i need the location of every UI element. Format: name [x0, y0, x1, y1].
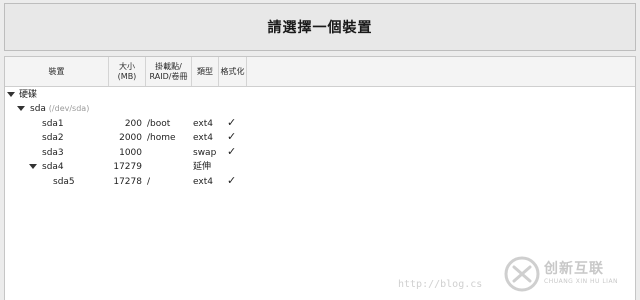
column-header-type[interactable]: 類型	[192, 57, 219, 86]
group-label: 硬碟	[19, 90, 38, 100]
format-check-icon: ✓	[227, 116, 237, 129]
expand-arrow-icon[interactable]	[7, 92, 15, 97]
partition-type: ext4	[193, 177, 213, 187]
page-title: 請選擇一個裝置	[267, 20, 373, 36]
partition-row[interactable]: sda5 17278 / ext4 ✓	[5, 175, 635, 190]
partition-device: sda1	[42, 119, 64, 129]
partition-device: sda2	[42, 133, 64, 143]
format-check-icon: ✓	[227, 130, 237, 143]
title-banner: 請選擇一個裝置	[4, 3, 636, 51]
watermark-url: http://blog.cs	[398, 279, 483, 290]
disk-path: (/dev/sda)	[48, 104, 90, 113]
partition-device: sda4	[42, 162, 64, 172]
tree-group-hard-drives[interactable]: 硬碟	[5, 88, 635, 103]
partition-row-extended[interactable]: sda4 17279 延伸	[5, 160, 635, 175]
partition-mount: /boot	[147, 119, 171, 129]
disk-label: sda (/dev/sda)	[30, 103, 89, 115]
disk-name: sda	[30, 104, 46, 114]
column-header-mount[interactable]: 掛載點/RAID/卷冊	[146, 57, 192, 86]
format-check-icon: ✓	[227, 145, 237, 158]
column-header-size[interactable]: 大小 (MB)	[109, 57, 146, 86]
partition-device: sda3	[42, 148, 64, 158]
partition-type: ext4	[193, 119, 213, 129]
partition-size: 2000	[119, 133, 142, 143]
brand-logo: 创新互联 CHUANG XIN HU LIAN	[502, 254, 632, 294]
format-check-icon: ✓	[227, 174, 237, 187]
logo-mark-icon	[504, 256, 540, 292]
partition-row[interactable]: sda3 1000 swap ✓	[5, 146, 635, 161]
expand-arrow-icon[interactable]	[17, 106, 25, 111]
column-header-format[interactable]: 格式化	[219, 57, 247, 86]
partition-row[interactable]: sda2 2000 /home ext4 ✓	[5, 131, 635, 146]
partition-type: 延伸	[193, 162, 212, 172]
partition-size: 17278	[113, 177, 142, 187]
logo-name: 创新互联	[544, 261, 604, 277]
expand-arrow-icon[interactable]	[29, 164, 37, 169]
partition-type: swap	[193, 148, 217, 158]
partition-size: 200	[124, 119, 142, 129]
partition-row[interactable]: sda1 200 /boot ext4 ✓	[5, 117, 635, 132]
partition-size: 17279	[113, 162, 142, 172]
partition-mount: /	[147, 177, 151, 187]
column-header-device[interactable]: 裝置	[5, 57, 109, 86]
partition-type: ext4	[193, 133, 213, 143]
logo-subtitle: CHUANG XIN HU LIAN	[544, 278, 619, 285]
partition-device: sda5	[53, 177, 75, 187]
tree-disk-sda[interactable]: sda (/dev/sda)	[5, 102, 635, 117]
tree-header: 裝置 大小 (MB) 掛載點/RAID/卷冊 類型 格式化	[5, 57, 635, 87]
partition-size: 1000	[119, 148, 142, 158]
partition-mount: /home	[147, 133, 176, 143]
